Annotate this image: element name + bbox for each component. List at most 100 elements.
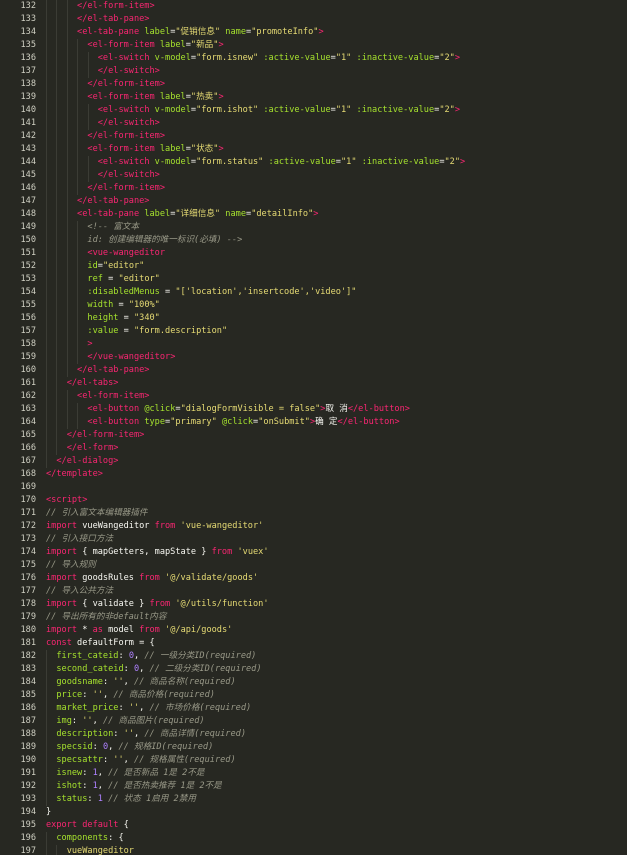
token-txt: , bbox=[108, 742, 119, 752]
code-line[interactable]: 185 price: '', // 商品价格(required) bbox=[0, 689, 627, 702]
token-kw: from bbox=[211, 547, 233, 557]
code-line[interactable]: 168 </template> bbox=[0, 468, 627, 481]
code-line[interactable]: 155 width = "100%" bbox=[0, 299, 627, 312]
code-line[interactable]: 189 specsid: 0, // 规格ID(required) bbox=[0, 741, 627, 754]
code-text: </el-form-item> bbox=[36, 78, 165, 91]
code-line[interactable]: 165 </el-form-item> bbox=[0, 429, 627, 442]
code-text: } bbox=[36, 806, 51, 819]
indent-guide bbox=[56, 208, 58, 221]
code-line[interactable]: 139 <el-form-item label="热卖"> bbox=[0, 91, 627, 104]
code-line[interactable]: 157 :value = "form.description" bbox=[0, 325, 627, 338]
code-line[interactable]: 158 > bbox=[0, 338, 627, 351]
code-line[interactable]: 132 </el-form-item> bbox=[0, 0, 627, 13]
token-cmt: // 导出所有的非default内容 bbox=[46, 612, 167, 622]
code-text: <!-- 富文本 bbox=[36, 221, 139, 234]
code-line[interactable]: 195 export default { bbox=[0, 819, 627, 832]
indent-guide bbox=[77, 156, 79, 169]
code-line[interactable]: 135 <el-form-item label="新品"> bbox=[0, 39, 627, 52]
token-tag: </vue-wangeditor> bbox=[87, 352, 176, 362]
code-line[interactable]: 181 const defaultForm = { bbox=[0, 637, 627, 650]
code-line[interactable]: 191 isnew: 1, // 是否新品 1是 2不是 bbox=[0, 767, 627, 780]
token-txt: , bbox=[97, 781, 109, 791]
code-line[interactable]: 184 goodsname: '', // 商品名称(required) bbox=[0, 676, 627, 689]
code-line[interactable]: 161 </el-tabs> bbox=[0, 377, 627, 390]
code-line[interactable]: 146 </el-form-item> bbox=[0, 182, 627, 195]
indent-guide bbox=[56, 338, 58, 351]
token-cmt: // 市场价格(required) bbox=[149, 703, 252, 713]
code-line[interactable]: 151 <vue-wangeditor bbox=[0, 247, 627, 260]
code-line[interactable]: 141 </el-switch> bbox=[0, 117, 627, 130]
code-text: <el-switch v-model="form.isnew" :active-… bbox=[36, 52, 460, 65]
code-text: <el-button @click="dialogFormVisible = f… bbox=[36, 403, 410, 416]
code-line[interactable]: 188 description: '', // 商品详情(required) bbox=[0, 728, 627, 741]
token-cmt: // 二级分类ID(required) bbox=[149, 664, 262, 674]
code-line[interactable]: 148 <el-tab-pane label="详细信息" name="deta… bbox=[0, 208, 627, 221]
code-line[interactable]: 156 height = "340" bbox=[0, 312, 627, 325]
code-line[interactable]: 179 // 导出所有的非default内容 bbox=[0, 611, 627, 624]
code-line[interactable]: 190 specsattr: '', // 规格属性(required) bbox=[0, 754, 627, 767]
code-line[interactable]: 180 import * as model from '@/api/goods' bbox=[0, 624, 627, 637]
code-line[interactable]: 178 import { validate } from '@/utils/fun… bbox=[0, 598, 627, 611]
line-number: 193 bbox=[20, 794, 36, 804]
token-txt: : bbox=[87, 794, 98, 804]
code-line[interactable]: 177 // 导入公共方法 bbox=[0, 585, 627, 598]
code-line[interactable]: 133 </el-tab-pane> bbox=[0, 13, 627, 26]
code-line[interactable]: 176 import goodsRules from '@/validate/go… bbox=[0, 572, 627, 585]
code-line[interactable]: 169 bbox=[0, 481, 627, 494]
code-line[interactable]: 152 id="editor" bbox=[0, 260, 627, 273]
code-line[interactable]: 159 </vue-wangeditor> bbox=[0, 351, 627, 364]
indent-guide bbox=[46, 663, 47, 676]
code-line[interactable]: 173 // 引入接口方法 bbox=[0, 533, 627, 546]
indent-guide bbox=[46, 767, 47, 780]
code-line[interactable]: 144 <el-switch v-model="form.status" :ac… bbox=[0, 156, 627, 169]
code-line[interactable]: 154 :disabledMenus = "['location','inser… bbox=[0, 286, 627, 299]
code-line[interactable]: 138 </el-form-item> bbox=[0, 78, 627, 91]
code-line[interactable]: 150 id: 创建编辑器的唯一标识(必填) --> bbox=[0, 234, 627, 247]
code-line[interactable]: 153 ref = "editor" bbox=[0, 273, 627, 286]
code-line[interactable]: 137 </el-switch> bbox=[0, 65, 627, 78]
code-line[interactable]: 163 <el-button @click="dialogFormVisible… bbox=[0, 403, 627, 416]
code-line[interactable]: 197 vueWangeditor bbox=[0, 845, 627, 855]
indent-guide bbox=[46, 286, 47, 299]
code-line[interactable]: 194} bbox=[0, 806, 627, 819]
code-line[interactable]: 136 <el-switch v-model="form.isnew" :act… bbox=[0, 52, 627, 65]
token-str: "热卖" bbox=[190, 92, 219, 102]
code-line[interactable]: 143 <el-form-item label="状态"> bbox=[0, 143, 627, 156]
code-line[interactable]: 166 </el-form> bbox=[0, 442, 627, 455]
code-editor[interactable]: 132 </el-form-item> 133 </el-tab-pane> 134… bbox=[0, 0, 627, 855]
token-cmt: // 是否新品 1是 2不是 bbox=[108, 768, 205, 778]
code-line[interactable]: 192 ishot: 1, // 是否热卖推荐 1是 2不是 bbox=[0, 780, 627, 793]
token-tag: </el-form> bbox=[66, 443, 119, 453]
code-line[interactable]: 186 market_price: '', // 市场价格(required) bbox=[0, 702, 627, 715]
code-line[interactable]: 182 first_cateid: 0, // 一级分类ID(required) bbox=[0, 650, 627, 663]
indent-guide bbox=[66, 416, 68, 429]
code-line[interactable]: 134 <el-tab-pane label="促销信息" name="prom… bbox=[0, 26, 627, 39]
indent-guide bbox=[66, 52, 68, 65]
code-line[interactable]: 140 <el-switch v-model="form.ishot" :act… bbox=[0, 104, 627, 117]
code-line[interactable]: 164 <el-button type="primary" @click="on… bbox=[0, 416, 627, 429]
token-str: '' bbox=[92, 690, 103, 700]
code-line[interactable]: 187 img: '', // 商品图片(required) bbox=[0, 715, 627, 728]
line-number: 170 bbox=[20, 495, 36, 505]
code-line[interactable]: 175 // 导入规则 bbox=[0, 559, 627, 572]
token-txt: , bbox=[139, 703, 150, 713]
code-line[interactable]: 193 status: 1 // 状态 1启用 2禁用 bbox=[0, 793, 627, 806]
code-line[interactable]: 196 components: { bbox=[0, 832, 627, 845]
indent-guide bbox=[77, 416, 79, 429]
code-line[interactable]: 160 </el-tab-pane> bbox=[0, 364, 627, 377]
code-line[interactable]: 170 <script> bbox=[0, 494, 627, 507]
code-line[interactable]: 172 import vueWangeditor from 'vue-wanged… bbox=[0, 520, 627, 533]
code-line[interactable]: 167 </el-dialog> bbox=[0, 455, 627, 468]
code-line[interactable]: 183 second_cateid: 0, // 二级分类ID(required… bbox=[0, 663, 627, 676]
token-tag: </el-form-item> bbox=[87, 79, 166, 89]
line-number: 141 bbox=[20, 118, 36, 128]
code-line[interactable]: 142 </el-form-item> bbox=[0, 130, 627, 143]
code-line[interactable]: 149 <!-- 富文本 bbox=[0, 221, 627, 234]
code-line[interactable]: 174 import { mapGetters, mapState } from … bbox=[0, 546, 627, 559]
token-attr: :disabledMenus bbox=[87, 287, 160, 297]
code-line[interactable]: 162 <el-form-item> bbox=[0, 390, 627, 403]
code-line[interactable]: 171 // 引入富文本编辑器插件 bbox=[0, 507, 627, 520]
code-line[interactable]: 147 </el-tab-pane> bbox=[0, 195, 627, 208]
code-line[interactable]: 145 </el-switch> bbox=[0, 169, 627, 182]
